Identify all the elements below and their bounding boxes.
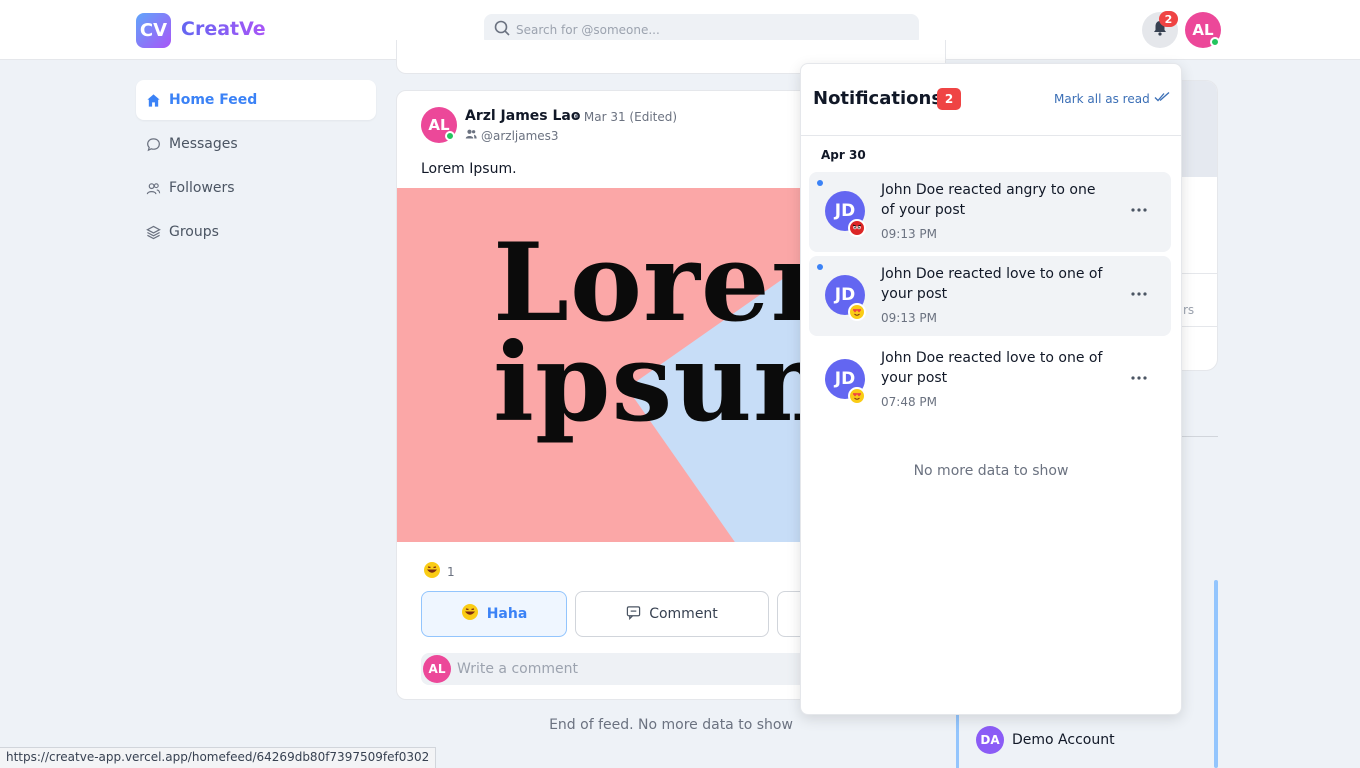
notifications-dropdown: Notifications 2 Mark all as read Apr 30 …	[800, 63, 1182, 715]
comment-icon	[626, 605, 641, 624]
chat-icon	[145, 136, 161, 152]
comment-input[interactable]	[457, 661, 857, 677]
post-author-name[interactable]: Arzl James Lao	[465, 108, 581, 124]
commenter-avatar: AL	[423, 655, 451, 683]
notifications-title: Notifications	[813, 88, 943, 109]
notification-time: 09:13 PM	[881, 227, 937, 241]
sidebar-item-label: Home Feed	[169, 92, 258, 108]
double-check-icon	[1154, 91, 1170, 106]
sidebar-nav: Home Feed Messages Followers Groups	[136, 80, 376, 256]
no-more-notifications-text: No more data to show	[913, 463, 1069, 479]
love-reaction-icon	[848, 303, 866, 321]
sidebar-item-followers[interactable]: Followers	[136, 168, 376, 208]
sidebar-item-label: Followers	[169, 180, 235, 196]
browser-status-url: https://creatve-app.vercel.app/homefeed/…	[0, 747, 437, 768]
notification-item[interactable]: JD John Doe reacted love to one of your …	[809, 256, 1171, 336]
search-icon	[494, 20, 510, 40]
mark-all-read-label: Mark all as read	[1054, 91, 1150, 106]
post-handle-text: @arzljames3	[481, 128, 559, 143]
post-handle: @arzljames3	[465, 128, 559, 143]
panel-border-left	[956, 710, 959, 768]
notifications-date-group: Apr 30	[821, 148, 866, 162]
online-user-demo-account[interactable]: DA Demo Account	[976, 726, 1115, 754]
notification-text: John Doe reacted love to one of your pos…	[881, 266, 1103, 302]
notifications-header: Notifications 2 Mark all as read	[801, 64, 1181, 136]
unread-dot	[817, 264, 823, 270]
users-icon	[145, 180, 161, 196]
notifications-count-badge: 2	[937, 88, 961, 110]
sidebar-item-label: Groups	[169, 224, 219, 240]
notification-time: 07:48 PM	[881, 395, 937, 409]
home-icon	[145, 92, 161, 108]
online-status-dot	[1210, 37, 1220, 47]
angry-reaction-icon	[848, 219, 866, 237]
notification-text: John Doe reacted angry to one of your po…	[881, 182, 1096, 218]
haha-emoji-icon	[461, 603, 479, 625]
notification-text: John Doe reacted love to one of your pos…	[881, 350, 1103, 386]
sidebar-item-label: Messages	[169, 136, 238, 152]
panel-scrollbar[interactable]	[1214, 580, 1218, 768]
more-options-icon[interactable]	[1127, 286, 1151, 302]
notification-item[interactable]: JD John Doe reacted love to one of your …	[809, 340, 1171, 420]
more-options-icon[interactable]	[1127, 370, 1151, 386]
comment-label: Comment	[649, 606, 718, 622]
author-online-dot	[445, 131, 455, 141]
layers-icon	[145, 224, 161, 240]
comment-button[interactable]: Comment	[575, 591, 769, 637]
sidebar-item-groups[interactable]: Groups	[136, 212, 376, 252]
reaction-summary[interactable]: 1	[423, 561, 455, 582]
notification-badge: 2	[1159, 11, 1178, 27]
demo-account-avatar: DA	[976, 726, 1004, 754]
sidebar-item-home-feed[interactable]: Home Feed	[136, 80, 376, 120]
notification-item[interactable]: JD John Doe reacted angry to one of your…	[809, 172, 1171, 252]
end-of-feed-text: End of feed. No more data to show	[549, 717, 793, 733]
post-meta: • Mar 31 (Edited)	[573, 110, 678, 124]
mark-all-read-button[interactable]: Mark all as read	[1054, 91, 1170, 106]
reaction-count: 1	[447, 564, 455, 579]
notification-time: 09:13 PM	[881, 311, 937, 325]
post-text: Lorem Ipsum.	[421, 161, 517, 177]
search-input[interactable]	[516, 23, 896, 37]
haha-reaction-button[interactable]: Haha	[421, 591, 567, 637]
unread-dot	[817, 180, 823, 186]
sidebar-item-messages[interactable]: Messages	[136, 124, 376, 164]
demo-account-name: Demo Account	[1012, 732, 1115, 748]
more-options-icon[interactable]	[1127, 202, 1151, 218]
brand-name[interactable]: CreatVe	[181, 18, 266, 40]
followers-visibility-icon	[465, 128, 477, 143]
love-reaction-icon	[848, 387, 866, 405]
haha-label: Haha	[486, 606, 528, 622]
app-logo[interactable]: CV	[136, 13, 171, 48]
haha-emoji-icon	[423, 561, 441, 582]
card-stat-label: rs	[1183, 303, 1195, 317]
